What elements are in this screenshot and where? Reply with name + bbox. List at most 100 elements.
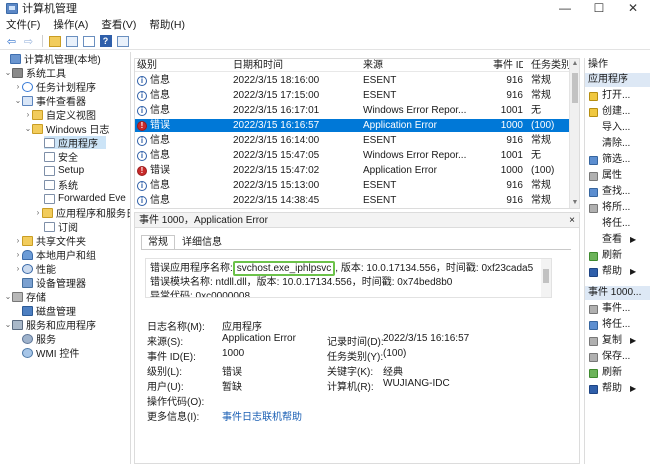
tree-item-performance[interactable]: › 性能	[14, 262, 56, 276]
event-message-box[interactable]: 错误应用程序名称: svchost.exe_iphlpsvc, 版本: 10.0.…	[145, 258, 552, 298]
action-clear-log[interactable]: 清除...	[589, 137, 630, 151]
tree-item-services[interactable]: 服务	[22, 332, 56, 346]
keywords-label: 关键字(K):	[327, 367, 374, 378]
tree-item-subscriptions[interactable]: 订阅	[44, 220, 78, 234]
event-row[interactable]: i 信息 2022/3/15 14:38:45 ESENT 916 常规	[135, 194, 570, 207]
tree-item-storage[interactable]: ⌄ 存储	[4, 290, 46, 304]
action-help[interactable]: 帮助 ▶	[589, 265, 636, 279]
submenu-arrow-icon: ▶	[630, 384, 637, 393]
event-row[interactable]: ! 错误 2022/3/15 16:16:57 Application Error 10…	[135, 119, 570, 132]
tab-details[interactable]: 详细信息	[175, 235, 229, 250]
action-find[interactable]: 查找...	[589, 185, 630, 199]
event-id: 916	[506, 90, 523, 101]
column-task-category[interactable]: 任务类别	[531, 59, 571, 72]
event-id: 916	[506, 180, 523, 191]
tree-item-computer-management[interactable]: 计算机管理(本地)	[2, 52, 101, 66]
help-icon[interactable]: ?	[98, 34, 113, 48]
refresh-icon	[589, 368, 598, 378]
gear-icon	[22, 333, 33, 344]
action-copy[interactable]: 复制 ▶	[589, 334, 636, 348]
tree-item-system[interactable]: 系统	[44, 178, 78, 192]
menu-help[interactable]: 帮助(H)	[149, 17, 185, 32]
forward-arrow-icon[interactable]: ⇨	[21, 34, 36, 48]
tree-item-windows-logs[interactable]: ⌄ Windows 日志	[24, 122, 109, 136]
action-open-log[interactable]: 打开...	[589, 89, 630, 103]
log-icon	[44, 193, 55, 204]
close-button[interactable]: ✕	[616, 0, 650, 16]
event-row[interactable]: i 信息 2022/3/15 18:16:00 ESENT 916 常规	[135, 74, 570, 87]
event-viewer-icon	[22, 95, 33, 106]
actions-group-application[interactable]: 应用程序	[585, 73, 650, 87]
properties-icon[interactable]	[81, 34, 96, 48]
column-date[interactable]: 日期和时间	[233, 59, 361, 72]
computer-label: 计算机(R):	[327, 382, 374, 393]
action-properties[interactable]: 属性	[589, 169, 622, 183]
action-create-view[interactable]: 创建...	[589, 105, 630, 119]
help-icon	[589, 267, 598, 277]
more-info-label: 更多信息(I):	[147, 412, 200, 423]
tree-item-custom-views[interactable]: › 自定义视图	[24, 108, 96, 122]
action-refresh-event[interactable]: 刷新	[589, 366, 622, 380]
action-import[interactable]: 导入...	[589, 121, 630, 135]
menu-file[interactable]: 文件(F)	[6, 17, 40, 32]
action-help-event[interactable]: 帮助 ▶	[589, 382, 636, 396]
event-log-help-link[interactable]: 事件日志联机帮助	[222, 408, 302, 423]
tree-item-device-manager[interactable]: 设备管理器	[22, 276, 86, 290]
action-save-all[interactable]: 将所...	[589, 201, 630, 215]
action-attach-task-event[interactable]: 将任...	[589, 318, 630, 332]
column-level[interactable]: 级别	[137, 59, 229, 72]
tree-item-security[interactable]: 安全	[44, 150, 78, 164]
column-source[interactable]: 来源	[363, 59, 491, 72]
tree-item-shared-folders[interactable]: › 共享文件夹	[14, 234, 86, 248]
event-row[interactable]: i 信息 2022/3/15 17:15:00 ESENT 916 常规	[135, 89, 570, 102]
minimize-button[interactable]: —	[548, 0, 582, 16]
event-level: i 信息	[137, 194, 229, 207]
message-scrollbar[interactable]	[541, 259, 551, 297]
tree-item-task-scheduler[interactable]: › 任务计划程序	[14, 80, 96, 94]
event-row[interactable]: i 信息 2022/3/15 16:14:00 ESENT 916 常规	[135, 134, 570, 147]
event-row[interactable]: i 信息 2022/3/15 15:13:00 ESENT 916 常规	[135, 179, 570, 192]
back-arrow-icon[interactable]: ⇦	[4, 34, 19, 48]
tree-item-event-viewer[interactable]: ⌄ 事件查看器	[14, 94, 86, 108]
maximize-button[interactable]: ☐	[582, 0, 616, 16]
tab-general[interactable]: 常规	[141, 235, 175, 250]
menu-action[interactable]: 操作(A)	[53, 17, 88, 32]
up-folder-icon[interactable]	[47, 34, 62, 48]
storage-icon	[12, 291, 23, 302]
tree-item-disk-management[interactable]: 磁盘管理	[22, 304, 76, 318]
event-list-scrollbar[interactable]: ▲ ▼	[569, 59, 579, 208]
actions-group-event[interactable]: 事件 1000...	[585, 286, 650, 300]
scroll-thumb[interactable]	[572, 73, 578, 103]
action-filter[interactable]: 筛选...	[589, 153, 630, 167]
action-save-selected[interactable]: 保存...	[589, 350, 630, 364]
tree-item-setup[interactable]: Setup	[44, 164, 84, 177]
event-row[interactable]: ! 错误 2022/3/15 15:47:02 Application Error 10…	[135, 164, 570, 177]
menu-view[interactable]: 查看(V)	[101, 17, 136, 32]
show-hide-tree-icon[interactable]	[64, 34, 79, 48]
action-attach-task[interactable]: 将任...	[589, 217, 630, 231]
column-event-id[interactable]: 事件 ID	[493, 59, 523, 72]
tree-item-local-users[interactable]: › 本地用户和组	[14, 248, 96, 262]
event-row[interactable]: i 信息 2022/3/15 16:17:01 Windows Error Repor…	[135, 104, 570, 117]
tree-item-app-service-logs[interactable]: ›应用程序和服务日志	[34, 206, 130, 220]
event-row[interactable]: i 信息 2022/3/15 15:47:05 Windows Error Repor…	[135, 149, 570, 162]
action-event-properties[interactable]: 事件...	[589, 302, 630, 316]
console-icon[interactable]	[115, 34, 130, 48]
action-view[interactable]: 查看 ▶	[589, 233, 636, 247]
close-icon[interactable]: ×	[569, 213, 575, 228]
tree-item-application[interactable]: 应用程序	[44, 136, 106, 150]
scroll-up-icon[interactable]: ▲	[570, 59, 579, 69]
save-icon	[589, 352, 598, 362]
tree-item-forwarded-events[interactable]: Forwarded Eve	[44, 192, 126, 205]
tree-item-services-apps[interactable]: ⌄ 服务和应用程序	[4, 318, 96, 332]
open-folder-icon	[589, 91, 598, 101]
event-task-category: (100)	[531, 120, 555, 131]
folder-icon	[32, 109, 43, 120]
action-refresh[interactable]: 刷新	[589, 249, 622, 263]
event-source: Application Error	[363, 165, 437, 176]
scroll-down-icon[interactable]: ▼	[570, 198, 579, 208]
tree-item-wmi-control[interactable]: WMI 控件	[22, 346, 79, 360]
tree-item-system-tools[interactable]: ⌄ 系统工具	[4, 66, 66, 80]
save-icon	[589, 203, 598, 213]
scroll-thumb[interactable]	[543, 269, 549, 283]
